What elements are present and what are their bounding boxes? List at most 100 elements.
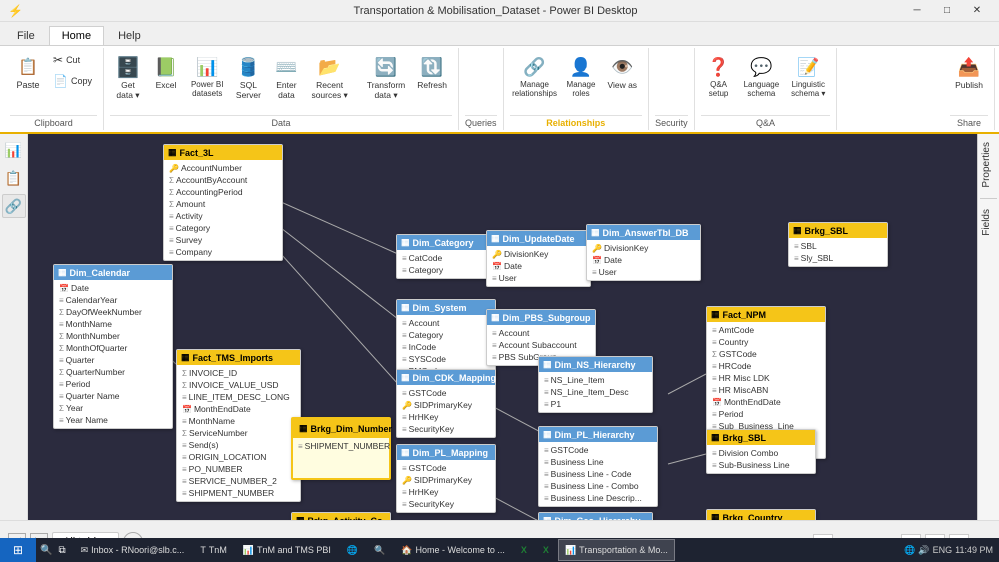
lang-icon: 💬 bbox=[748, 54, 774, 80]
power-bi-datasets-button[interactable]: 📊 Power BIdatasets bbox=[186, 50, 228, 102]
data-view-icon[interactable]: 📋 bbox=[2, 166, 26, 190]
table-dim-system[interactable]: ▦Dim_System ≡Account ≡Category ≡InCode ≡… bbox=[396, 299, 496, 380]
table-brkg-dim-number[interactable]: ▦Brkg_Dim_Number ≡SHIPMENT_NUMBER bbox=[291, 417, 391, 480]
excel-button[interactable]: 📗 Excel bbox=[148, 50, 184, 94]
table-dim-pl-mapping[interactable]: ▦Dim_PL_Mapping ≡GSTCode 🔑SIDPrimaryKey … bbox=[396, 444, 496, 513]
refresh-icon: 🔃 bbox=[419, 54, 445, 80]
taskbar-tnm-pbi[interactable]: 📊TnM and TMS PBI bbox=[236, 539, 338, 561]
left-sidebar: 📊 📋 🔗 bbox=[0, 134, 28, 538]
publish-icon: 📤 bbox=[956, 54, 982, 80]
table-brkg-activity[interactable]: ▦Brkg_Activity_Co... ≡Activity bbox=[291, 512, 391, 520]
schema-diagram[interactable]: ▦Fact_3L 🔑AccountNumber ΣAccountByAccoun… bbox=[28, 134, 977, 520]
language-schema-button[interactable]: 💬 Languageschema bbox=[739, 50, 785, 102]
taskbar-browser1[interactable]: 🌐 bbox=[340, 539, 365, 561]
view-as-icon: 👁️ bbox=[609, 54, 635, 80]
start-button[interactable]: ⊞ bbox=[0, 538, 36, 562]
table-dim-ns[interactable]: ▦Dim_NS_Hierarchy ≡NS_Line_Item ≡NS_Line… bbox=[538, 356, 653, 413]
table-brkg-sbl[interactable]: ▦Brkg_SBL ≡Division Combo ≡Sub-Business … bbox=[706, 429, 816, 474]
queries-group: Queries bbox=[459, 48, 504, 130]
table-dim-updatedate[interactable]: ▦Dim_UpdateDate 🔑DivisionKey 📅Date ≡User bbox=[486, 230, 591, 287]
taskbar-powerbi[interactable]: 📊Transportation & Mo... bbox=[558, 539, 675, 561]
taskbar-home[interactable]: 🏠Home - Welcome to ... bbox=[394, 539, 512, 561]
tab-home[interactable]: Home bbox=[49, 26, 104, 45]
table-dim-category[interactable]: ▦Dim_Category ≡CatCode ≡Category bbox=[396, 234, 496, 279]
table-header-dim-pbs: ▦Dim_PBS_Subgroup bbox=[487, 310, 595, 325]
get-data-button[interactable]: 🗄️ Getdata ▾ bbox=[110, 50, 146, 105]
table-header-brkg-dim-number: ▦Brkg_Dim_Number bbox=[293, 419, 389, 438]
taskbar-excel2[interactable]: X bbox=[536, 539, 556, 561]
system-tray: 🌐 🔊 ENG 11:49 PM bbox=[904, 545, 993, 556]
enter-data-icon: ⌨️ bbox=[273, 54, 299, 80]
qa-setup-button[interactable]: ❓ Q&Asetup bbox=[701, 50, 737, 102]
properties-panel: Properties Fields bbox=[977, 134, 999, 520]
clock[interactable]: 11:49 PM bbox=[955, 545, 993, 555]
taskbar-right: 🌐 🔊 ENG 11:49 PM bbox=[898, 545, 999, 556]
recent-sources-button[interactable]: 📂 Recentsources ▾ bbox=[306, 50, 352, 105]
linguistic-schema-button[interactable]: 📝 Linguisticschema ▾ bbox=[786, 50, 830, 102]
linguistic-icon: 📝 bbox=[795, 54, 821, 80]
recent-icon: 📂 bbox=[317, 54, 343, 80]
sql-icon: 🛢️ bbox=[235, 54, 261, 80]
minimize-button[interactable]: ─ bbox=[903, 2, 931, 20]
ribbon-tab-bar: File Home Help bbox=[0, 22, 999, 46]
clipboard-label: Clipboard bbox=[10, 115, 97, 128]
table-header-brkg-sbl2: ▦Brkg_SBL bbox=[789, 223, 887, 238]
table-fact-3l[interactable]: ▦Fact_3L 🔑AccountNumber ΣAccountByAccoun… bbox=[163, 144, 283, 261]
tab-file[interactable]: File bbox=[4, 26, 48, 45]
manage-roles-button[interactable]: 👤 Manageroles bbox=[562, 50, 601, 102]
cut-button[interactable]: ✂ Cut bbox=[48, 50, 97, 70]
taskbar-items: ✉Inbox - RNoori@slb.c... TTnM 📊TnM and T… bbox=[70, 539, 899, 561]
table-fact-tms[interactable]: ▦Fact_TMS_Imports ΣINVOICE_ID ΣINVOICE_V… bbox=[176, 349, 301, 502]
transform-icon: 🔄 bbox=[373, 54, 399, 80]
table-brkg-country[interactable]: ▦Brkg_Country ≡Country ≡Geo Unit bbox=[706, 509, 816, 520]
table-dim-calendar[interactable]: ▦Dim_Calendar 📅Date ≡CalendarYear ΣDayOf… bbox=[53, 264, 173, 429]
table-header-dim-calendar: ▦Dim_Calendar bbox=[54, 265, 172, 280]
security-group: Security bbox=[649, 48, 695, 130]
paste-button[interactable]: 📋 Paste bbox=[10, 50, 46, 94]
tab-help[interactable]: Help bbox=[105, 26, 154, 45]
table-dim-geo[interactable]: ▦Dim_Geo_Hierarchy ≡Send ≡Send - Code ≡S… bbox=[538, 512, 653, 520]
table-dim-pl-hier[interactable]: ▦Dim_PL_Hierarchy ≡GSTCode ≡Business Lin… bbox=[538, 426, 658, 507]
table-dim-answertbl[interactable]: ▦Dim_AnswerTbl_DB 🔑DivisionKey 📅Date ≡Us… bbox=[586, 224, 701, 281]
table-header-dim-answertbl: ▦Dim_AnswerTbl_DB bbox=[587, 225, 700, 240]
manage-rel-icon: 🔗 bbox=[522, 54, 548, 80]
table-dim-cdk[interactable]: ▦Dim_CDK_Mapping ≡GSTCode 🔑SIDPrimaryKey… bbox=[396, 369, 496, 438]
model-view-icon[interactable]: 🔗 bbox=[2, 194, 26, 218]
powerbi-icon: 📊 bbox=[194, 54, 220, 80]
table-header-brkg-activity: ▦Brkg_Activity_Co... bbox=[292, 513, 390, 520]
manage-relationships-button[interactable]: 🔗 Managerelationships bbox=[510, 50, 560, 102]
sql-server-button[interactable]: 🛢️ SQLServer bbox=[230, 50, 266, 104]
queries-label: Queries bbox=[465, 115, 497, 128]
language-indicator[interactable]: ENG bbox=[933, 545, 953, 555]
window-title: Transportation & Mobilisation_Dataset - … bbox=[88, 5, 903, 17]
taskbar-inbox[interactable]: ✉Inbox - RNoori@slb.c... bbox=[74, 539, 192, 561]
properties-tab[interactable]: Properties bbox=[978, 134, 999, 196]
taskbar-browser2[interactable]: 🔍 bbox=[367, 539, 392, 561]
taskbar-quick-access: 🔍 ⧉ bbox=[36, 545, 70, 556]
taskbar-tnm[interactable]: TTnM bbox=[193, 539, 234, 561]
share-label: Share bbox=[950, 115, 988, 128]
table-header-brkg-country: ▦Brkg_Country bbox=[707, 510, 815, 520]
report-view-icon[interactable]: 📊 bbox=[2, 138, 26, 162]
maximize-button[interactable]: □ bbox=[933, 2, 961, 20]
refresh-button[interactable]: 🔃 Refresh bbox=[412, 50, 452, 94]
fields-tab[interactable]: Fields bbox=[978, 201, 999, 244]
table-header-dim-ns: ▦Dim_NS_Hierarchy bbox=[539, 357, 652, 372]
view-as-button[interactable]: 👁️ View as bbox=[602, 50, 642, 94]
publish-button[interactable]: 📤 Publish bbox=[950, 50, 988, 94]
clipboard-group: 📋 Paste ✂ Cut 📄 Copy Clipboard bbox=[4, 48, 104, 130]
close-button[interactable]: ✕ bbox=[963, 2, 991, 20]
enter-data-button[interactable]: ⌨️ Enterdata bbox=[268, 50, 304, 104]
transform-data-button[interactable]: 🔄 Transformdata ▾ bbox=[362, 50, 410, 105]
task-view-icon[interactable]: ⧉ bbox=[58, 545, 65, 556]
copy-button[interactable]: 📄 Copy bbox=[48, 71, 97, 91]
qa-icon: ❓ bbox=[706, 54, 732, 80]
table-header-fact-npm: ▦Fact_NPM bbox=[707, 307, 825, 322]
table-header-fact3l: ▦Fact_3L bbox=[164, 145, 282, 160]
data-label: Data bbox=[110, 115, 452, 128]
search-taskbar-icon[interactable]: 🔍 bbox=[40, 545, 52, 556]
table-header-dim-pl-hier: ▦Dim_PL_Hierarchy bbox=[539, 427, 657, 442]
table-brkg-sbl2[interactable]: ▦Brkg_SBL ≡SBL ≡Sly_SBL bbox=[788, 222, 888, 267]
taskbar-excel1[interactable]: X bbox=[514, 539, 534, 561]
table-header-dim-updatedate: ▦Dim_UpdateDate bbox=[487, 231, 590, 246]
